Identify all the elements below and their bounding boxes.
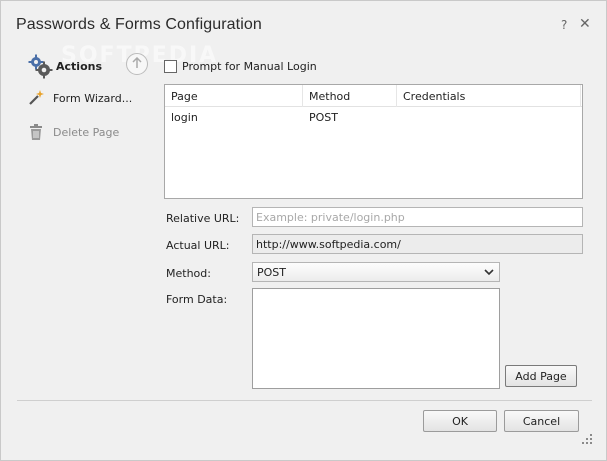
cancel-button[interactable]: Cancel xyxy=(504,410,579,432)
trash-icon xyxy=(27,123,45,141)
actual-url-label: Actual URL: xyxy=(166,239,230,252)
magic-wand-icon xyxy=(27,89,45,107)
cell-credentials xyxy=(397,107,581,127)
nav-up-button[interactable] xyxy=(126,53,148,75)
table-header: Page Method Credentials xyxy=(165,85,582,107)
delete-page-label: Delete Page xyxy=(53,125,120,139)
manual-login-row[interactable]: Prompt for Manual Login xyxy=(164,60,317,73)
method-select[interactable]: POST xyxy=(252,262,500,282)
chevron-down-icon xyxy=(484,266,494,281)
manual-login-checkbox[interactable] xyxy=(164,60,177,73)
manual-login-label: Prompt for Manual Login xyxy=(182,60,317,73)
help-button[interactable]: ? xyxy=(561,18,567,32)
resize-grip-icon[interactable] xyxy=(581,433,593,445)
actual-url-field[interactable]: http://www.softpedia.com/ xyxy=(252,234,583,254)
actions-label: Actions xyxy=(56,59,102,73)
relative-url-label: Relative URL: xyxy=(166,212,240,225)
column-header-credentials[interactable]: Credentials xyxy=(397,85,581,107)
dialog-window: Passwords & Forms Configuration ? ✕ SOFT… xyxy=(0,0,607,461)
method-label: Method: xyxy=(166,267,211,280)
arrow-up-icon xyxy=(131,56,143,72)
footer-separator xyxy=(17,400,592,401)
table-row[interactable]: login POST xyxy=(165,107,582,127)
pages-table[interactable]: Page Method Credentials login POST xyxy=(164,84,583,199)
form-wizard-item[interactable]: Form Wizard... xyxy=(27,89,132,107)
delete-page-item[interactable]: Delete Page xyxy=(27,123,119,141)
close-button[interactable]: ✕ xyxy=(579,17,591,31)
add-page-button[interactable]: Add Page xyxy=(505,365,577,387)
dialog-title: Passwords & Forms Configuration xyxy=(16,16,262,33)
cell-page: login xyxy=(171,111,198,124)
column-header-page[interactable]: Page xyxy=(165,85,303,107)
column-header-method[interactable]: Method xyxy=(303,85,397,107)
form-data-label: Form Data: xyxy=(166,293,228,306)
form-wizard-label: Form Wizard... xyxy=(53,91,133,105)
form-data-textarea[interactable] xyxy=(252,288,500,389)
relative-url-input[interactable] xyxy=(252,207,583,227)
cell-method: POST xyxy=(309,111,338,124)
ok-button[interactable]: OK xyxy=(423,410,497,432)
method-select-value: POST xyxy=(257,265,286,279)
gears-icon xyxy=(27,53,53,79)
